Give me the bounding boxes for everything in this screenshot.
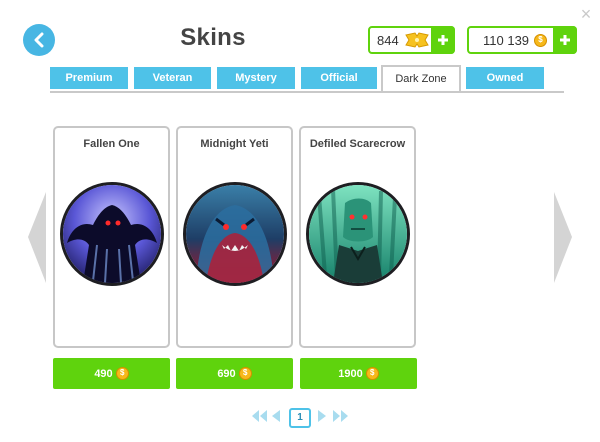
- skin-portrait-midnight-yeti: [183, 182, 287, 286]
- skin-portrait-defiled-scarecrow: [306, 182, 410, 286]
- previous-page-icon[interactable]: [272, 410, 280, 422]
- price-value: 490: [94, 367, 113, 380]
- price-value: 1900: [338, 367, 363, 380]
- plus-icon: [560, 35, 570, 45]
- coin-icon: [238, 367, 252, 380]
- add-tickets-button[interactable]: [431, 26, 455, 54]
- tab-official[interactable]: Official: [301, 67, 377, 89]
- chevron-left-icon: [28, 192, 46, 283]
- previous-arrow[interactable]: [26, 190, 48, 285]
- skin-name: Fallen One: [83, 138, 140, 150]
- ticket-icon: [404, 32, 429, 48]
- coin-icon: [365, 367, 379, 380]
- next-arrow[interactable]: [552, 190, 574, 285]
- current-page[interactable]: 1: [289, 408, 311, 428]
- page-title: Skins: [180, 24, 246, 51]
- coin-icon: [115, 367, 129, 380]
- buy-midnight-yeti-button[interactable]: 690: [176, 358, 293, 389]
- first-page-icon[interactable]: [252, 410, 267, 422]
- tab-dark-zone[interactable]: Dark Zone: [381, 65, 461, 91]
- skin-portrait-fallen-one: [60, 182, 164, 286]
- skin-card-defiled-scarecrow[interactable]: Defiled Scarecrow: [299, 126, 416, 348]
- tab-owned[interactable]: Owned: [466, 67, 544, 89]
- buy-fallen-one-button[interactable]: 490: [53, 358, 170, 389]
- tab-veteran[interactable]: Veteran: [134, 67, 211, 89]
- price-value: 690: [217, 367, 236, 380]
- skin-card-midnight-yeti[interactable]: Midnight Yeti: [176, 126, 293, 348]
- category-tabs: Premium Veteran Mystery Official Dark Zo…: [50, 65, 564, 93]
- add-coins-button[interactable]: [553, 26, 577, 54]
- close-button[interactable]: ×: [578, 5, 594, 23]
- next-page-icon[interactable]: [318, 410, 326, 422]
- skin-name: Defiled Scarecrow: [309, 138, 406, 150]
- plus-icon: [438, 35, 448, 45]
- coin-amount: 110 139: [483, 32, 530, 48]
- last-page-icon[interactable]: [333, 410, 348, 422]
- coin-icon: [534, 33, 548, 47]
- chevron-right-icon: [554, 192, 572, 283]
- chevron-left-icon: [34, 32, 44, 48]
- ticket-amount: 844: [377, 32, 399, 48]
- back-button[interactable]: [23, 24, 55, 56]
- skin-card-fallen-one[interactable]: Fallen One: [53, 126, 170, 348]
- tab-mystery[interactable]: Mystery: [217, 67, 295, 89]
- pagination: 1: [250, 408, 350, 428]
- buy-defiled-scarecrow-button[interactable]: 1900: [300, 358, 417, 389]
- coin-balance: 110 139: [467, 26, 577, 54]
- skin-name: Midnight Yeti: [200, 138, 269, 150]
- ticket-balance: 844: [368, 26, 455, 54]
- tab-premium[interactable]: Premium: [50, 67, 128, 89]
